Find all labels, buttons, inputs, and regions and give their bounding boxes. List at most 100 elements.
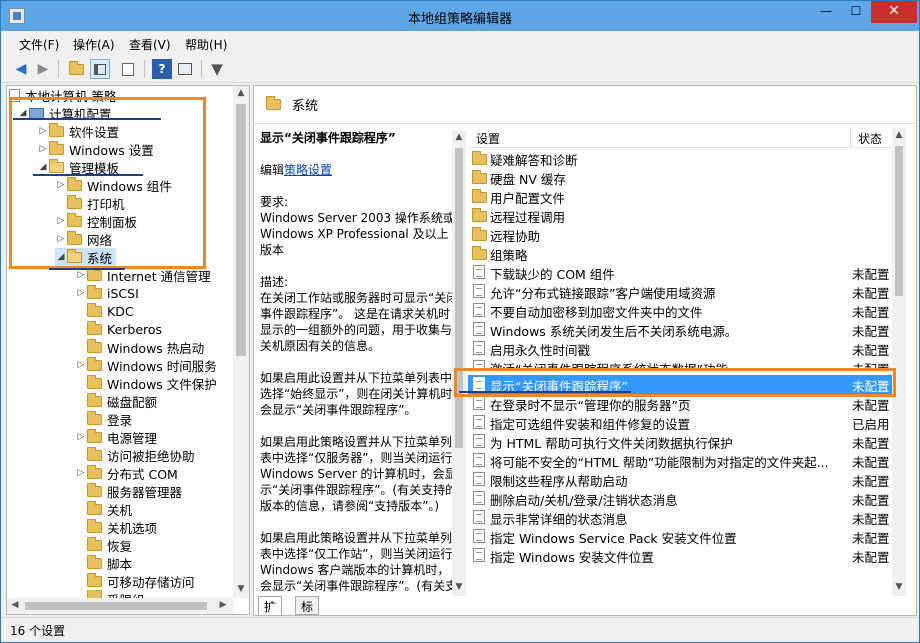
expand-arrow-icon[interactable]: ▷ [75, 468, 87, 478]
tree-item[interactable]: Windows 文件保护 [75, 374, 217, 392]
expand-arrow-icon[interactable]: ▷ [55, 234, 67, 244]
list-item-setting[interactable]: Windows 系统关闭发生后不关闭系统电源。 未配置 [468, 320, 892, 339]
list-item-setting[interactable]: 不要自动加密移到加密文件夹中的文件 未配置 [468, 301, 892, 320]
list-item-setting-selected[interactable]: 显示“关闭事件跟踪程序” 未配置 [468, 375, 892, 394]
scrollbar-thumb[interactable] [895, 146, 903, 296]
list-item-setting[interactable]: 在登录时不显示“管理你的服务器”页 未配置 [468, 394, 892, 413]
menu-action[interactable]: 操作(A) [73, 36, 115, 53]
tree-item[interactable]: ▷ 电源管理 [75, 428, 157, 446]
tree-item[interactable]: 可移动存储访问 [75, 572, 195, 590]
list-item-folder[interactable]: 组策略 [468, 244, 892, 263]
forward-arrow-icon[interactable]: ▶ [33, 59, 53, 79]
up-folder-icon[interactable] [66, 59, 86, 79]
column-header-state[interactable]: 状态 [858, 130, 882, 147]
tree-item[interactable]: ▷ 分布式 COM [75, 464, 178, 482]
tree-item[interactable]: Kerberos [75, 320, 162, 338]
list-item-folder[interactable]: 硬盘 NV 缓存 [468, 168, 892, 187]
filter-icon[interactable]: ▼ [207, 59, 227, 79]
menu-view[interactable]: 查看(V) [129, 36, 171, 53]
tree-item[interactable]: 服务器管理器 [75, 482, 182, 500]
column-separator[interactable] [850, 128, 851, 148]
tree-item[interactable]: 脚本 [75, 554, 132, 572]
description-scrollbar[interactable]: ▲ ▼ [452, 130, 466, 596]
tree-item[interactable]: 访问被拒绝协助 [75, 446, 195, 464]
tree-item[interactable]: 关机 [75, 500, 132, 518]
maximize-button[interactable]: ☐ [843, 1, 869, 23]
tree-item-admin-templates[interactable]: ◢ 管理模板 [37, 158, 119, 176]
show-hide-tree-icon[interactable] [90, 59, 110, 79]
tree-vertical-scrollbar[interactable]: ▲ ▼ [233, 86, 249, 598]
tree-horizontal-scrollbar[interactable]: ◀ ▶ [7, 598, 233, 614]
tab-standard[interactable]: 标准 [295, 596, 320, 631]
expand-arrow-icon[interactable]: ▷ [75, 360, 87, 370]
list-item-setting[interactable]: 将可能不安全的“HTML 帮助”功能限制为对指定的文件夹起... 未配置 [468, 451, 892, 470]
menu-file[interactable]: 文件(F) [19, 36, 59, 53]
menu-help[interactable]: 帮助(H) [185, 36, 227, 53]
edit-policy-link[interactable]: 策略设置 [284, 163, 332, 177]
tree-item-printers[interactable]: 打印机 [55, 194, 125, 212]
title-bar[interactable]: 本地组策略编辑器 — ☐ ✕ [1, 1, 919, 31]
tab-extended[interactable]: 扩展 [258, 596, 283, 631]
tree-item-network[interactable]: ▷ 网络 [55, 230, 112, 248]
list-item-setting[interactable]: 激活“关闭事件跟踪程序系统状态数据”功能 未配置 [468, 358, 892, 370]
list-item-folder[interactable]: 远程协助 [468, 225, 892, 244]
tree-item[interactable]: 磁盘配额 [75, 392, 157, 410]
list-item-folder[interactable]: 用户配置文件 [468, 187, 892, 206]
scroll-up-arrow-icon[interactable]: ▲ [452, 132, 466, 142]
list-item-setting[interactable]: 为 HTML 帮助可执行文件关闭数据执行保护 未配置 [468, 432, 892, 451]
tree-item[interactable]: ▷ Windows 时间服务 [75, 356, 217, 374]
expand-arrow-icon[interactable]: ▷ [37, 144, 49, 154]
list-item-setting[interactable]: 指定可选组件安装和组件修复的设置 已启用 [468, 413, 892, 432]
tree-item[interactable]: 恢复 [75, 536, 132, 554]
expand-arrow-icon[interactable]: ▷ [75, 432, 87, 442]
list-item-folder[interactable]: 疑难解答和诊断 [468, 149, 892, 168]
scrollbar-thumb[interactable] [455, 148, 463, 448]
list-vertical-scrollbar[interactable]: ▲ ▼ [892, 128, 906, 596]
tree-item[interactable]: 登录 [75, 410, 132, 428]
list-item-folder[interactable]: 远程过程调用 [468, 206, 892, 225]
scrollbar-thumb[interactable] [25, 602, 207, 610]
expand-arrow-icon[interactable]: ▷ [75, 288, 87, 298]
scrollbar-thumb[interactable] [236, 104, 246, 356]
tree-item[interactable]: KDC [75, 302, 134, 320]
help-icon[interactable]: ? [152, 59, 172, 79]
export-list-icon[interactable] [118, 59, 138, 79]
scroll-down-arrow-icon[interactable]: ▼ [233, 584, 249, 594]
list-item-setting[interactable]: 显示非常详细的状态消息 未配置 [468, 508, 892, 527]
collapse-arrow-icon[interactable]: ◢ [37, 162, 49, 172]
expand-arrow-icon[interactable]: ▷ [55, 180, 67, 190]
tree-item[interactable]: ▷ iSCSI [75, 284, 139, 302]
back-arrow-icon[interactable]: ◀ [11, 59, 31, 79]
collapse-arrow-icon[interactable]: ◢ [17, 108, 29, 118]
scroll-down-arrow-icon[interactable]: ▼ [452, 582, 466, 592]
list-item-setting[interactable]: 限制这些程序从帮助启动 未配置 [468, 470, 892, 489]
tree-item-windows-settings[interactable]: ▷ Windows 设置 [37, 140, 154, 158]
tree-item-control-panel[interactable]: ▷ 控制面板 [55, 212, 137, 230]
scroll-up-arrow-icon[interactable]: ▲ [233, 88, 249, 98]
properties-icon[interactable] [175, 59, 195, 79]
list-item-setting[interactable]: 允许“分布式链接跟踪”客户端使用域资源 未配置 [468, 282, 892, 301]
tree-item-windows-components[interactable]: ▷ Windows 组件 [55, 176, 172, 194]
expand-arrow-icon[interactable]: ▷ [37, 126, 49, 136]
tree-item-local-policy[interactable]: 本地计算机 策略 [9, 86, 116, 104]
scroll-up-arrow-icon[interactable]: ▲ [892, 130, 906, 140]
list-item-setting[interactable]: 指定 Windows Service Pack 安装文件位置 未配置 [468, 527, 892, 546]
expand-arrow-icon[interactable]: ▷ [55, 216, 67, 226]
tree-item[interactable]: ▷ Internet 通信管理 [75, 266, 211, 284]
expand-arrow-icon[interactable]: ▷ [75, 270, 87, 280]
scroll-left-arrow-icon[interactable]: ◀ [9, 600, 21, 610]
list-item-setting[interactable]: 启用永久性时间戳 未配置 [468, 339, 892, 358]
collapse-arrow-icon[interactable]: ◢ [55, 252, 67, 262]
tree-item-system[interactable]: ◢ 系统 [55, 248, 117, 266]
scroll-right-arrow-icon[interactable]: ▶ [217, 600, 229, 610]
close-button[interactable]: ✕ [871, 1, 917, 23]
list-item-setting[interactable]: 删除启动/关机/登录/注销状态消息 未配置 [468, 489, 892, 508]
tree-item-computer-configuration[interactable]: ◢ 计算机配置 [17, 104, 112, 122]
column-header-setting[interactable]: 设置 [476, 130, 500, 147]
tree-item[interactable]: 关机选项 [75, 518, 157, 536]
minimize-button[interactable]: — [813, 1, 839, 23]
list-item-setting[interactable]: 下载缺少的 COM 组件 未配置 [468, 263, 892, 282]
scroll-down-arrow-icon[interactable]: ▼ [892, 582, 906, 592]
tree-item[interactable]: Windows 热启动 [75, 338, 204, 356]
list-item-setting[interactable]: 指定 Windows 安装文件位置 未配置 [468, 546, 892, 565]
